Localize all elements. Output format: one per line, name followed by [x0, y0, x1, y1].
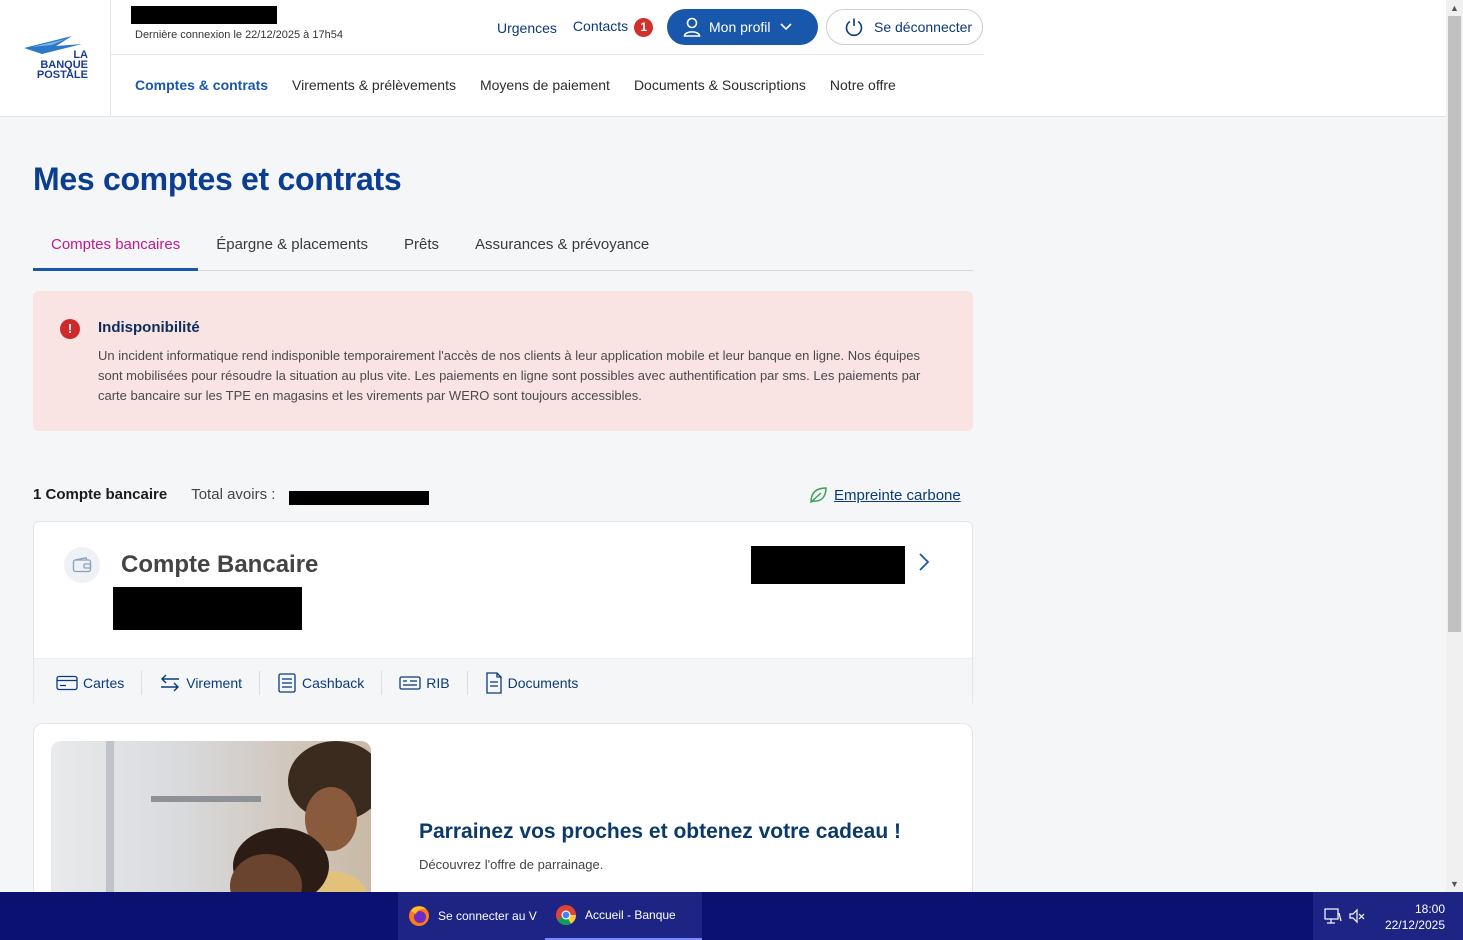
document-icon [485, 672, 502, 694]
urgences-link[interactable]: Urgences [497, 20, 557, 36]
taskbar-chrome-label: Accueil - Banque [585, 908, 676, 922]
contacts-label: Contacts [572, 18, 629, 34]
chevron-down-icon [780, 23, 793, 31]
nav-item-moyens-paiement[interactable]: Moyens de paiement [480, 77, 610, 93]
action-virement[interactable]: Virement [159, 671, 261, 695]
tab-comptes-bancaires[interactable]: Comptes bancaires [33, 226, 199, 271]
main-nav: Comptes & contrats Virements & prélèveme… [135, 77, 920, 93]
logo-text: LA BANQUE POSTALE [30, 50, 88, 81]
chevron-right-icon[interactable] [918, 552, 930, 572]
power-icon [845, 18, 863, 37]
account-name: Compte Bancaire [121, 551, 319, 578]
clock-time: 18:00 [1414, 902, 1445, 916]
alert-title: Indisponibilité [98, 319, 200, 336]
promo-image [51, 741, 371, 902]
alert-body: Un incident informatique rend indisponib… [98, 348, 921, 403]
taskbar-clock[interactable]: 18:00 22/12/2025 [1385, 901, 1445, 933]
scroll-up-arrow-icon[interactable]: ▲ [1446, 0, 1463, 16]
action-rib[interactable]: RIB [399, 671, 468, 695]
action-cashback[interactable]: Cashback [277, 671, 383, 695]
action-virement-label: Virement [186, 675, 243, 691]
redacted-account-number [113, 587, 302, 630]
last-login-text: Dernière connexion le 22/12/2025 à 17h54 [135, 29, 343, 41]
tab-assurances[interactable]: Assurances & prévoyance [457, 226, 667, 270]
carbon-label: Empreinte carbone [834, 486, 961, 504]
taskbar-firefox-label: Se connecter au V [438, 909, 537, 923]
promo-title: Parrainez vos proches et obtenez votre c… [419, 820, 901, 843]
profile-label: Mon profil [709, 19, 771, 35]
accounts-count: 1 Compte bancaire [33, 486, 168, 503]
carbon-footprint-link[interactable]: Empreinte carbone [809, 486, 961, 504]
scrollbar-thumb[interactable] [1448, 16, 1461, 632]
page-title: Mes comptes et contrats [33, 161, 402, 197]
network-icon[interactable] [1324, 907, 1342, 925]
total-avoirs-label: Total avoirs : [191, 486, 276, 503]
redacted-user-name [131, 6, 277, 24]
alert-icon: ! [60, 319, 80, 339]
profile-button[interactable]: Mon profil [667, 9, 818, 45]
tab-prets[interactable]: Prêts [386, 226, 457, 270]
user-icon [683, 17, 701, 37]
scroll-down-arrow-icon[interactable]: ▼ [1446, 876, 1463, 892]
system-tray: 18:00 22/12/2025 [1313, 892, 1463, 940]
nav-item-documents[interactable]: Documents & Souscriptions [634, 77, 806, 93]
unavailability-alert: ! Indisponibilité Un incident informatiq… [33, 291, 973, 431]
redacted-total-amount [289, 491, 429, 505]
account-tabs: Comptes bancaires Épargne & placements P… [33, 226, 973, 271]
taskbar-chrome[interactable]: Accueil - Banque [545, 892, 702, 940]
top-links: Urgences Contacts 1 [497, 18, 654, 37]
action-rib-label: RIB [426, 675, 450, 691]
nav-item-comptes[interactable]: Comptes & contrats [135, 77, 268, 93]
site-header: LA BANQUE POSTALE Dernière connexion le … [0, 0, 1446, 117]
nav-item-notre-offre[interactable]: Notre offre [830, 77, 896, 93]
nav-item-virements[interactable]: Virements & prélèvements [292, 77, 456, 93]
clock-date: 22/12/2025 [1384, 918, 1445, 932]
action-cashback-label: Cashback [302, 675, 365, 691]
logout-label: Se déconnecter [874, 19, 973, 35]
logo[interactable]: LA BANQUE POSTALE [0, 0, 111, 117]
transfer-icon [161, 674, 180, 692]
os-taskbar: Se connecter au V Accueil - Banque 18:00… [0, 892, 1463, 940]
receipt-icon [278, 673, 296, 693]
logo-line-3: POSTALE [36, 69, 88, 81]
action-cartes[interactable]: Cartes [56, 671, 143, 695]
promo-subtitle: Découvrez l'offre de parrainage. [419, 857, 604, 872]
action-documents[interactable]: Documents [485, 671, 596, 695]
account-actions: Cartes Virement Cashback RIB Documents [34, 658, 972, 707]
speaker-muted-icon[interactable] [1348, 907, 1366, 925]
firefox-icon [409, 906, 429, 926]
action-cartes-label: Cartes [83, 675, 125, 691]
header-divider [111, 54, 984, 55]
referral-promo-card[interactable]: Parrainez vos proches et obtenez votre c… [33, 723, 973, 903]
leaf-icon [810, 487, 827, 504]
taskbar-firefox[interactable]: Se connecter au V [398, 892, 545, 940]
logout-button[interactable]: Se déconnecter [826, 9, 983, 45]
id-card-icon [399, 676, 421, 690]
action-documents-label: Documents [507, 675, 579, 691]
wallet-icon [64, 547, 100, 583]
card-icon [56, 675, 78, 691]
vertical-scrollbar[interactable]: ▲ ▼ [1446, 0, 1463, 892]
tab-epargne[interactable]: Épargne & placements [198, 226, 386, 270]
account-card[interactable]: Compte Bancaire Cartes Virement Cashback… [33, 521, 973, 707]
contacts-badge: 1 [634, 18, 654, 37]
redacted-account-balance [751, 546, 905, 584]
contacts-link[interactable]: Contacts 1 [572, 18, 654, 37]
accounts-summary: 1 Compte bancaire Total avoirs : [33, 486, 275, 503]
chrome-icon [556, 905, 577, 926]
